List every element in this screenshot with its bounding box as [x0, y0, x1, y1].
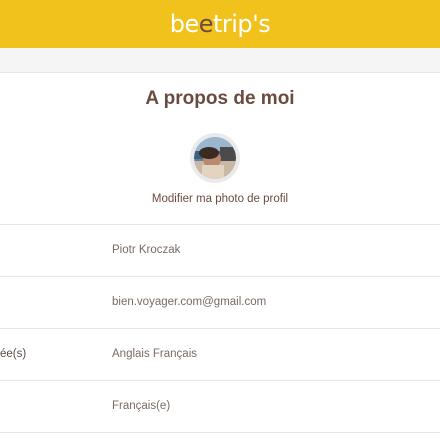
profile-avatar[interactable] — [190, 133, 240, 183]
logo-text-part3: trip's — [212, 10, 271, 38]
profile-field-row[interactable]: Français(e) — [0, 380, 440, 432]
logo-text-part2: e — [198, 10, 214, 38]
logo-text-part1: be — [169, 10, 200, 38]
field-value-nationality[interactable]: Français(e) — [112, 400, 170, 412]
profile-field-row[interactable]: Piotr Kroczak — [0, 224, 440, 276]
profile-field-row[interactable]: bien.voyager.com@gmail.com — [0, 276, 440, 328]
app-header: beetrip's — [0, 0, 440, 48]
profile-photo — [194, 137, 236, 179]
field-value-name[interactable]: Piotr Kroczak — [112, 244, 180, 256]
field-value-languages[interactable]: Anglais Français — [112, 348, 197, 360]
sub-navigation-bar — [0, 48, 440, 73]
edit-profile-photo-link[interactable]: Modifier ma photo de profil — [0, 193, 440, 205]
row-divider — [0, 432, 440, 433]
field-label-languages: ée(s) — [0, 348, 27, 360]
field-value-email[interactable]: bien.voyager.com@gmail.com — [112, 296, 266, 308]
page-title: A propos de moi — [145, 88, 295, 109]
beetrips-logo[interactable]: beetrip's — [170, 12, 271, 36]
profile-field-row[interactable]: ée(s) Anglais Français — [0, 328, 440, 380]
